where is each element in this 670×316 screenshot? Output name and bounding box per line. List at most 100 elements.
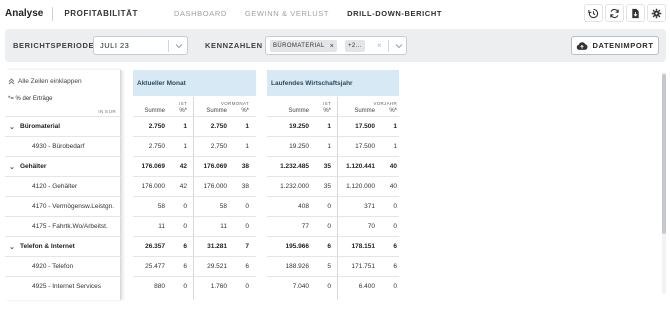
drill-down-table: Alle Zeilen einklappen *= % der Erträge … (5, 70, 667, 300)
account-row: 4925 - Internet Services (5, 276, 121, 296)
table-cell: 1 (245, 143, 249, 150)
row-label: Gehälter (20, 163, 47, 170)
tab-dashboard[interactable]: DASHBOARD (174, 9, 227, 18)
kpi-multiselect[interactable]: BÜROMATERIAL × +2... × (265, 36, 407, 55)
row-divider (133, 256, 256, 257)
group-row[interactable]: ⌄ Telefon & Internet (5, 236, 121, 256)
datenimport-button[interactable]: DATENIMPORT (571, 36, 659, 55)
subheader-compare: VORMONAT (220, 101, 249, 106)
row-divider (133, 136, 256, 137)
period-select[interactable]: JULI 23 (93, 36, 188, 55)
row-divider (267, 256, 399, 257)
table-cell: 0 (327, 283, 331, 290)
clear-icon[interactable]: × (377, 41, 382, 50)
account-row: 4920 - Telefon (5, 256, 121, 276)
table-cell: 5 (327, 263, 331, 270)
table-cell: 58 (157, 203, 165, 210)
row-label: 4930 - Bürobedarf (32, 143, 85, 150)
column-header: %* (241, 108, 249, 114)
kpi-chip-more[interactable]: +2... (345, 40, 365, 52)
group-row[interactable]: ⌄ Gehälter (5, 156, 121, 176)
column-header: Summe (206, 108, 227, 114)
table-cell: 17.500 (355, 143, 375, 150)
account-row: 4170 - Vermögensw.Leistgn. (5, 196, 121, 216)
table-cell: 7.040 (292, 283, 309, 290)
table-cell: 1.232.485 (280, 163, 309, 170)
column-header: Summe (144, 108, 165, 114)
collapse-all-button[interactable]: Alle Zeilen einklappen (8, 78, 82, 85)
chip-remove-icon[interactable]: × (330, 43, 335, 50)
table-cell: 38 (241, 183, 249, 190)
table-cell: 6 (245, 263, 249, 270)
row-label: 4175 - Fahrtk.Wo/Arbeitst. (32, 223, 108, 230)
table-cell: 17.500 (355, 123, 375, 130)
chevron-down-icon (175, 44, 183, 49)
table-cell: 6 (393, 263, 397, 270)
table-cell: 1.120.000 (346, 183, 375, 190)
table-cell: 70 (367, 223, 375, 230)
table-cell: 178.151 (351, 243, 376, 250)
select-divider (168, 40, 169, 52)
account-row: 4930 - Bürobedarf (5, 136, 121, 156)
account-row: 4175 - Fahrtk.Wo/Arbeitst. (5, 216, 121, 236)
row-label: 4925 - Internet Services (32, 283, 102, 290)
chevron-down-icon[interactable]: ⌄ (9, 243, 17, 251)
tab-drill-down-bericht[interactable]: DRILL-DOWN-BERICHT (347, 9, 442, 18)
table-cell: 42 (179, 183, 187, 190)
vertical-scrollbar[interactable] (662, 72, 666, 294)
aktueller-monat-block: Aktueller Monat IST VORMONAT Summe %* Summe %*… (133, 70, 256, 300)
export-button[interactable] (626, 4, 645, 22)
column-divider (337, 97, 338, 300)
kpi-label: KENNZAHLEN (205, 41, 263, 50)
column-header: %* (323, 108, 331, 114)
group-row[interactable]: ⌄ Büromaterial (5, 116, 121, 136)
table-cell: 0 (245, 283, 249, 290)
table-cell: 176.069 (203, 163, 228, 170)
filter-bar: BERICHTSPERIODE JULI 23 KENNZAHLEN BÜROM… (5, 29, 666, 62)
table-cell: 0 (245, 203, 249, 210)
table-cell: 1 (245, 123, 249, 130)
header-actions (584, 4, 666, 22)
chevron-down-icon[interactable]: ⌄ (9, 123, 17, 131)
laufendes-wirtschaftsjahr-block: Laufendes Wirtschaftsjahr IST VORJAHR Summe… (267, 70, 399, 300)
row-divider (267, 156, 399, 157)
table-cell: 6 (183, 243, 187, 250)
settings-button[interactable] (647, 4, 666, 22)
block-title: Laufendes Wirtschaftsjahr (267, 70, 399, 96)
table-cell: 0 (183, 203, 187, 210)
table-cell: 880 (154, 283, 165, 290)
row-label: Büromaterial (20, 123, 61, 130)
table-cell: 1.232.000 (280, 183, 309, 190)
row-divider (267, 196, 399, 197)
table-cell: 19.250 (289, 123, 309, 130)
table-cell: 1 (327, 143, 331, 150)
table-cell: 58 (219, 203, 227, 210)
table-cell: 1 (393, 143, 397, 150)
row-divider (133, 176, 256, 177)
chevron-down-icon[interactable]: ⌄ (9, 163, 17, 171)
subheader-ist: IST (323, 101, 331, 106)
table-cell: 0 (393, 223, 397, 230)
collapse-icon (8, 78, 15, 85)
table-cell: 0 (327, 223, 331, 230)
column-header: Summe (354, 108, 375, 114)
table-cell: 188.926 (285, 263, 310, 270)
refresh-button[interactable] (605, 4, 624, 22)
table-cell: 371 (364, 203, 375, 210)
table-cell: 408 (298, 203, 309, 210)
scrollbar-thumb[interactable] (662, 74, 666, 234)
table-cell: 35 (323, 163, 331, 170)
tab-gewinn-verlust[interactable]: GEWINN & VERLUST (245, 9, 329, 18)
history-button[interactable] (584, 4, 603, 22)
table-cell: 11 (158, 223, 165, 230)
period-value: JULI 23 (100, 41, 130, 50)
module-title: PROFITABILITÄT (64, 9, 138, 18)
table-cell: 0 (183, 283, 187, 290)
table-cell: 0 (183, 223, 187, 230)
collapse-all-label: Alle Zeilen einklappen (18, 78, 82, 85)
settings-gear-icon (651, 8, 662, 18)
table-cell: 7 (245, 243, 249, 250)
cloud-upload-icon (577, 41, 588, 50)
table-cell: 0 (393, 283, 397, 290)
row-label: 4120 - Gehälter (32, 183, 78, 190)
